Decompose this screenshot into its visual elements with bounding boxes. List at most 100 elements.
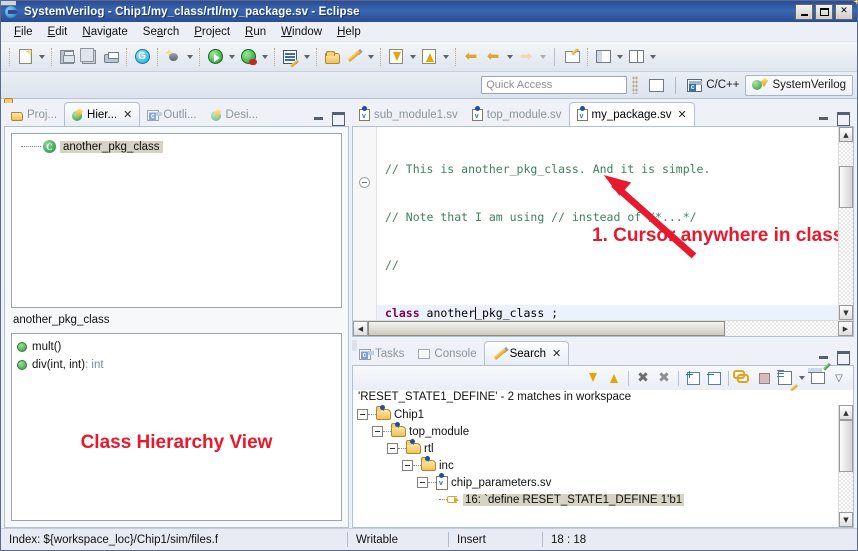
collapse-all-icon[interactable] — [704, 368, 724, 388]
twisty-icon[interactable] — [417, 477, 428, 488]
member-list[interactable]: mult() div(int, int) : int Class Hierarc… — [11, 333, 342, 521]
quick-access-input[interactable]: Quick Access — [481, 76, 628, 94]
editor-minimize-icon[interactable] — [818, 111, 830, 123]
close-button[interactable]: ✕ — [835, 3, 853, 20]
tab-search[interactable]: Search ✕ — [483, 341, 570, 365]
scroll-left-icon[interactable]: ◀ — [353, 321, 368, 336]
perspective-cpp[interactable]: C/C++ — [681, 75, 745, 96]
menu-project[interactable]: Project — [187, 24, 238, 40]
scroll-down-icon[interactable]: ▼ — [839, 512, 853, 527]
external-tools-dropdown[interactable] — [259, 46, 270, 68]
twisty-icon[interactable] — [387, 443, 398, 454]
list-item[interactable]: div(int, int) : int — [17, 356, 336, 374]
minimize-button[interactable] — [795, 3, 813, 20]
edit-config-icon[interactable] — [279, 46, 301, 68]
debug-icon[interactable] — [162, 46, 184, 68]
close-icon[interactable]: ✕ — [552, 347, 561, 360]
save-all-icon[interactable] — [78, 46, 100, 68]
tab-top-module[interactable]: top_module.sv — [465, 104, 569, 126]
search-vertical-scrollbar[interactable]: ▲ ▼ — [838, 405, 853, 527]
search-history-icon[interactable] — [775, 368, 795, 388]
scroll-up-icon[interactable]: ▲ — [839, 405, 853, 420]
hierarchy-tree[interactable]: C another_pkg_class — [11, 133, 342, 308]
scroll-track[interactable] — [839, 420, 853, 512]
save-icon[interactable] — [56, 46, 78, 68]
edit-config-dropdown[interactable] — [301, 46, 312, 68]
close-icon[interactable]: ✕ — [677, 108, 686, 121]
forward-arrow-icon[interactable]: ➡ — [515, 46, 537, 68]
editor-horizontal-scrollbar[interactable]: ◀ ▶ — [353, 320, 853, 336]
new-wizard-icon[interactable] — [14, 46, 36, 68]
hierarchy-maximize-icon[interactable] — [332, 111, 345, 126]
twisty-icon[interactable] — [402, 460, 413, 471]
previous-annotation-icon[interactable] — [418, 46, 440, 68]
menu-edit[interactable]: Edit — [41, 24, 76, 40]
hierarchy-tree-item[interactable]: C another_pkg_class — [15, 138, 338, 155]
forward-dropdown[interactable] — [537, 46, 548, 68]
link-with-editor-icon[interactable] — [733, 368, 753, 388]
tab-outline[interactable]: Outli... — [140, 104, 203, 126]
back-dropdown[interactable] — [504, 46, 515, 68]
editor-folding-ruler[interactable] — [353, 127, 377, 320]
twisty-icon[interactable] — [372, 426, 383, 437]
run-dropdown[interactable] — [226, 46, 237, 68]
menu-navigate[interactable]: Navigate — [75, 24, 135, 40]
print-icon[interactable] — [100, 46, 122, 68]
show-next-match-icon[interactable] — [583, 368, 603, 388]
show-previous-match-icon[interactable] — [604, 368, 624, 388]
scroll-right-icon[interactable]: ▶ — [838, 321, 853, 336]
hierarchy-minimize-icon[interactable] — [313, 111, 325, 123]
menu-file[interactable]: FFileile — [7, 24, 41, 40]
new-search-icon[interactable] — [808, 368, 828, 388]
remove-all-matches-icon[interactable]: ✖ — [654, 368, 674, 388]
new-perspective-button[interactable] — [643, 75, 670, 96]
close-icon[interactable]: ✕ — [123, 108, 132, 121]
tree-row[interactable]: top_module — [353, 422, 838, 440]
previous-annotation-dropdown[interactable] — [440, 46, 451, 68]
tab-project-explorer[interactable]: Proj... — [4, 104, 64, 126]
scroll-up-icon[interactable]: ▲ — [839, 127, 853, 142]
maximize-button[interactable] — [815, 3, 833, 20]
fold-marker-icon[interactable] — [359, 177, 370, 188]
tab-my-package[interactable]: my_package.sv ✕ — [568, 102, 695, 126]
tree-row[interactable]: 16: `define RESET_STATE1_DEFINE 1'b1 — [353, 491, 838, 508]
split-horizontal-dropdown[interactable] — [614, 46, 625, 68]
debug-dropdown[interactable] — [184, 46, 195, 68]
stop-search-icon[interactable] — [754, 368, 774, 388]
search-maximize-icon[interactable] — [837, 350, 850, 365]
external-tools-icon[interactable] — [237, 46, 259, 68]
hscroll-thumb[interactable] — [368, 321, 726, 336]
perspective-systemverilog[interactable]: SystemVerilog — [745, 74, 853, 96]
view-menu-icon[interactable]: ▽ — [829, 368, 849, 388]
search-minimize-icon[interactable] — [818, 350, 830, 362]
gtkwave-icon[interactable]: G — [131, 46, 153, 68]
search-results-tree[interactable]: Chip1 top_module rtl inc v chip_paramete… — [353, 405, 853, 527]
expand-all-icon[interactable] — [683, 368, 703, 388]
tree-row[interactable]: Chip1 — [353, 405, 838, 423]
pen-icon[interactable] — [343, 46, 365, 68]
split-vertical-dropdown[interactable] — [647, 46, 658, 68]
menu-run[interactable]: Run — [238, 24, 274, 40]
editor-vertical-scrollbar[interactable]: ▲ ▼ — [838, 127, 853, 320]
remove-selected-matches-icon[interactable]: ✖ — [633, 368, 653, 388]
tree-row[interactable]: inc — [353, 456, 838, 474]
editor-maximize-icon[interactable] — [837, 111, 850, 126]
toggle-split-vertical-icon[interactable] — [625, 46, 647, 68]
tab-sub-module1[interactable]: sub_module1.sv — [352, 104, 465, 126]
next-annotation-icon[interactable] — [385, 46, 407, 68]
forward-back-icon[interactable]: ⬅ — [482, 46, 504, 68]
tab-hierarchy[interactable]: Hier... ✕ — [64, 102, 141, 126]
last-edit-location-icon[interactable] — [561, 46, 583, 68]
run-icon[interactable] — [204, 46, 226, 68]
pen-dropdown[interactable] — [365, 46, 376, 68]
toggle-split-horizontal-icon[interactable] — [592, 46, 614, 68]
new-wizard-dropdown[interactable] — [36, 46, 47, 68]
back-arrow-icon[interactable]: ⬅ — [460, 46, 482, 68]
scroll-down-icon[interactable]: ▼ — [839, 305, 853, 320]
code-area[interactable]: // This is another_pkg_class. And it is … — [377, 127, 838, 320]
tree-row[interactable]: rtl — [353, 439, 838, 457]
perspective-drag-handle[interactable] — [632, 76, 639, 94]
scroll-thumb[interactable] — [839, 166, 853, 208]
hscroll-track[interactable] — [368, 321, 838, 336]
twisty-icon[interactable] — [357, 409, 368, 420]
